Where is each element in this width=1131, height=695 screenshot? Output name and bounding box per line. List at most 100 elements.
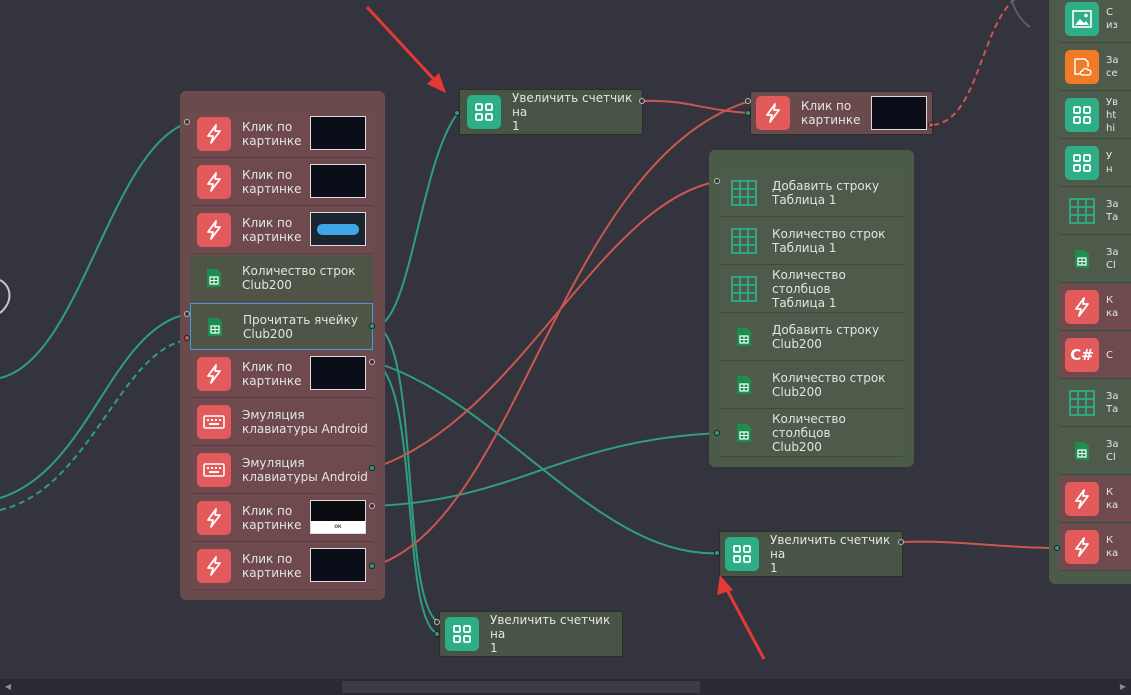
table-group-row[interactable]: Количество строк Club200 (720, 362, 903, 409)
left-group-row[interactable]: Клик по картинке (190, 207, 373, 254)
output-port[interactable] (714, 550, 720, 556)
right-group-row[interactable]: У н (1059, 140, 1131, 187)
image-thumbnail (310, 356, 366, 390)
input-port[interactable] (639, 98, 645, 104)
lightning-icon (197, 549, 231, 583)
scroll-left-icon[interactable]: ◀ (2, 681, 14, 693)
thumb-button-shape (317, 224, 359, 235)
right-group-row[interactable]: Ув ht hi (1059, 92, 1131, 139)
spreadsheet-icon (197, 261, 231, 295)
connection-wire (932, 0, 1016, 126)
output-port[interactable] (434, 631, 440, 637)
connection-wire (373, 112, 459, 328)
image-thumbnail (310, 212, 366, 246)
right-group-row[interactable]: За Та (1059, 188, 1131, 235)
table-group-row[interactable]: Добавить строку Club200 (720, 314, 903, 361)
image-icon (1065, 2, 1099, 36)
node-label: Клик по картинке (801, 99, 861, 127)
input-port[interactable] (434, 619, 440, 625)
left-group-row[interactable]: Клик по картинке (190, 111, 373, 158)
input-port[interactable] (745, 98, 751, 104)
left-group-row[interactable]: Количество строк Club200 (190, 255, 373, 302)
node-label: Увеличить счетчик на 1 (490, 613, 611, 655)
counter-icon (1065, 98, 1099, 132)
spreadsheet-icon (1065, 434, 1099, 468)
connection-wire (373, 361, 721, 555)
counter-node-bottom-right[interactable]: Увеличить счетчик на 1 (719, 531, 903, 577)
output-port[interactable] (714, 430, 720, 436)
horizontal-scrollbar[interactable]: ◀ ▶ (0, 679, 1131, 695)
row-label: Добавить строку Таблица 1 (772, 179, 880, 207)
lightning-icon (197, 357, 231, 391)
right-group-row[interactable]: За се (1059, 44, 1131, 91)
workflow-canvas[interactable]: Клик по картинке Клик по картинке Клик по … (0, 0, 1131, 695)
left-group-row[interactable]: Клик по картинке (190, 159, 373, 206)
output-port[interactable] (369, 563, 375, 569)
left-group-row[interactable]: Клик по картинке (190, 543, 373, 590)
output-port[interactable] (184, 335, 190, 341)
connection-wire (0, 313, 188, 499)
row-label: За се (1106, 55, 1119, 79)
connection-wire (0, 279, 11, 314)
lightning-icon (197, 501, 231, 535)
left-group-row[interactable]: Эмуляция клавиатуры Android (190, 447, 373, 494)
output-port[interactable] (369, 465, 375, 471)
right-group-row[interactable]: За Та (1059, 380, 1131, 427)
table-icon (1065, 194, 1099, 228)
input-port[interactable] (369, 503, 375, 509)
keyboard-icon (197, 405, 231, 439)
table-group-row[interactable]: Количество столбцов Таблица 1 (720, 266, 903, 313)
input-port[interactable] (898, 539, 904, 545)
lightning-icon (197, 117, 231, 151)
spreadsheet-icon (1065, 242, 1099, 276)
output-port[interactable] (369, 323, 375, 329)
right-group-row[interactable]: К ка (1059, 524, 1131, 571)
csharp-icon: C# (1065, 338, 1099, 372)
left-group-row[interactable]: Прочитать ячейку Club200 (190, 303, 373, 350)
right-group-row[interactable]: C# С (1059, 332, 1131, 379)
input-port[interactable] (184, 311, 190, 317)
counter-icon (467, 95, 501, 129)
table-group-row[interactable]: Добавить строку Таблица 1 (720, 170, 903, 217)
output-port[interactable] (454, 110, 460, 116)
input-port[interactable] (184, 119, 190, 125)
lightning-icon (197, 165, 231, 199)
input-port[interactable] (369, 359, 375, 365)
spreadsheet-icon (727, 368, 761, 402)
input-port[interactable] (714, 178, 720, 184)
image-thumbnail (310, 548, 366, 582)
right-group-row[interactable]: К ка (1059, 476, 1131, 523)
table-icon (1065, 386, 1099, 420)
left-group-row[interactable]: Клик по картинке ок (190, 495, 373, 542)
output-port[interactable] (1054, 545, 1060, 551)
spreadsheet-icon (727, 416, 761, 450)
image-thumbnail: ок (310, 500, 366, 534)
left-group-row[interactable]: Клик по картинке (190, 351, 373, 398)
counter-node-bottom-left[interactable]: Увеличить счетчик на 1 (439, 611, 623, 657)
node-label: Увеличить счетчик на 1 (770, 533, 891, 575)
row-label: К ка (1106, 295, 1119, 319)
lightning-icon (1065, 290, 1099, 324)
output-port[interactable] (928, 122, 934, 128)
table-group-row[interactable]: Количество строк Таблица 1 (720, 218, 903, 265)
right-group-row[interactable]: С из (1059, 0, 1131, 43)
spreadsheet-icon (727, 320, 761, 354)
right-group-row[interactable]: К ка (1059, 284, 1131, 331)
table-group-row[interactable]: Количество столбцов Club200 (720, 410, 903, 457)
scrollbar-thumb[interactable] (342, 681, 700, 693)
cloud-doc-icon (1065, 50, 1099, 84)
left-group-row[interactable]: Эмуляция клавиатуры Android (190, 399, 373, 446)
output-port[interactable] (745, 110, 751, 116)
scroll-right-icon[interactable]: ▶ (1117, 681, 1129, 693)
row-label: Количество столбцов Club200 (772, 412, 846, 454)
image-thumbnail (871, 96, 927, 130)
click-image-node-top[interactable]: Клик по картинке (750, 91, 933, 135)
right-group-row[interactable]: За Cl (1059, 428, 1131, 475)
counter-icon (725, 537, 759, 571)
right-group-row[interactable]: За Cl (1059, 236, 1131, 283)
row-label: Эмуляция клавиатуры Android (242, 456, 368, 484)
lightning-icon (756, 96, 790, 130)
table-icon (727, 272, 761, 306)
lightning-icon (1065, 482, 1099, 516)
counter-node-top[interactable]: Увеличить счетчик на 1 (459, 89, 643, 135)
